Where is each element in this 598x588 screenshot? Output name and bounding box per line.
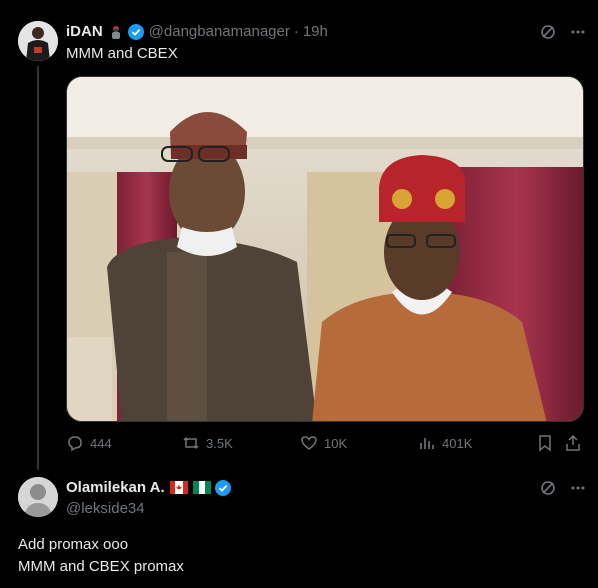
author-name[interactable]: iDAN bbox=[66, 23, 103, 40]
tweet-photo[interactable] bbox=[66, 76, 584, 422]
separator-dot: · bbox=[293, 23, 299, 40]
reply-count: 444 bbox=[90, 435, 112, 451]
reply-icon bbox=[68, 436, 82, 452]
reply-button[interactable]: 444 bbox=[66, 434, 112, 452]
like-button[interactable]: 10K bbox=[300, 434, 347, 452]
thread-connector-line bbox=[37, 66, 39, 470]
reply-author-handle[interactable]: @lekside34 bbox=[66, 500, 145, 517]
more-options-icon[interactable] bbox=[570, 480, 586, 501]
more-options-icon[interactable] bbox=[570, 24, 586, 45]
emoji-icon bbox=[108, 24, 124, 40]
retweet-icon bbox=[183, 436, 199, 450]
bookmark-button[interactable] bbox=[536, 434, 560, 452]
share-button[interactable] bbox=[564, 434, 588, 452]
reply-top-actions bbox=[540, 480, 586, 501]
grok-icon[interactable] bbox=[540, 480, 556, 501]
like-count: 10K bbox=[324, 435, 348, 451]
bookmark-icon bbox=[539, 435, 551, 452]
canada-flag-icon bbox=[169, 481, 188, 494]
analytics-icon bbox=[420, 438, 434, 449]
tweet-top-actions bbox=[540, 24, 586, 45]
grok-icon[interactable] bbox=[540, 24, 556, 45]
tweet-text: MMM and CBEX bbox=[66, 45, 178, 62]
reply-text-line: MMM and CBEX promax bbox=[18, 558, 184, 575]
verified-badge-icon bbox=[127, 23, 144, 40]
nigeria-flag-icon bbox=[192, 481, 211, 494]
tweet-timestamp[interactable]: 19h bbox=[303, 23, 328, 40]
heart-icon bbox=[301, 436, 317, 450]
verified-badge-icon bbox=[214, 479, 231, 496]
reply-author-name[interactable]: Olamilekan A. bbox=[66, 479, 165, 496]
reply-text: Add promax ooo MMM and CBEX promax bbox=[18, 534, 184, 578]
author-avatar[interactable] bbox=[18, 21, 58, 61]
tweet-header: iDAN @dangbanamanager · 19h bbox=[66, 23, 328, 40]
retweet-count: 3.5K bbox=[206, 435, 233, 451]
tweet-action-bar: 444 3.5K 10K 401K bbox=[66, 434, 586, 454]
views-button[interactable]: 401K bbox=[418, 434, 472, 452]
reply-author-avatar[interactable] bbox=[18, 477, 58, 517]
share-icon bbox=[566, 434, 580, 451]
reply-header: Olamilekan A. bbox=[66, 479, 231, 496]
retweet-button[interactable]: 3.5K bbox=[182, 434, 233, 452]
reply-text-line: Add promax ooo bbox=[18, 536, 129, 553]
views-count: 401K bbox=[442, 435, 473, 451]
author-handle[interactable]: @dangbanamanager bbox=[149, 23, 290, 40]
